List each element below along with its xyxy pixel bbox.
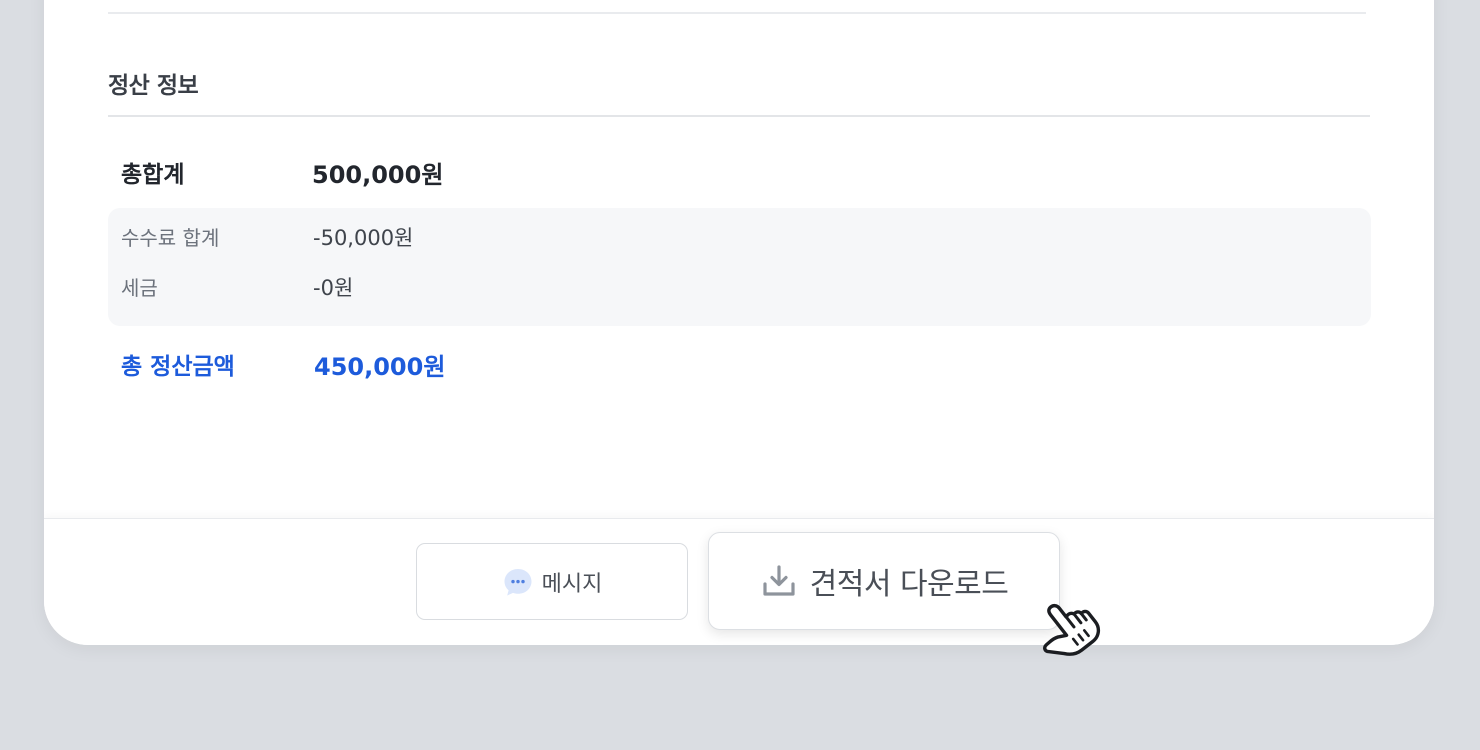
settlement-card: 정산 정보 총합계 500,000원 수수료 합계 -50,000원 세금 -0… [44, 0, 1434, 645]
section-divider [108, 115, 1370, 117]
tax-value: -0원 [313, 276, 354, 300]
message-button[interactable]: 메시지 [416, 543, 688, 620]
fee-value: -50,000원 [313, 226, 414, 250]
section-title: 정산 정보 [108, 73, 199, 99]
top-divider [108, 12, 1366, 14]
total-row: 총합계 500,000원 [108, 152, 1370, 192]
tax-label: 세금 [121, 276, 158, 300]
pointer-hand-cursor-icon [1043, 603, 1101, 656]
total-label: 총합계 [121, 162, 185, 188]
download-icon [763, 565, 795, 596]
download-quote-button[interactable]: 견적서 다운로드 [708, 532, 1060, 630]
tax-row: 세금 -0원 [108, 272, 1371, 304]
action-footer: 메시지 견적서 다운로드 [44, 518, 1434, 645]
fee-row: 수수료 합계 -50,000원 [108, 222, 1371, 254]
fee-label: 수수료 합계 [121, 226, 220, 250]
final-amount-value: 450,000원 [314, 352, 446, 381]
deduction-box: 수수료 합계 -50,000원 세금 -0원 [108, 208, 1371, 326]
chat-bubble-icon [504, 568, 532, 595]
final-amount-label: 총 정산금액 [121, 354, 235, 380]
final-amount-row: 총 정산금액 450,000원 [108, 344, 1370, 384]
download-quote-button-label: 견적서 다운로드 [809, 567, 1009, 602]
total-value: 500,000원 [312, 160, 444, 189]
message-button-label: 메시지 [541, 571, 603, 597]
